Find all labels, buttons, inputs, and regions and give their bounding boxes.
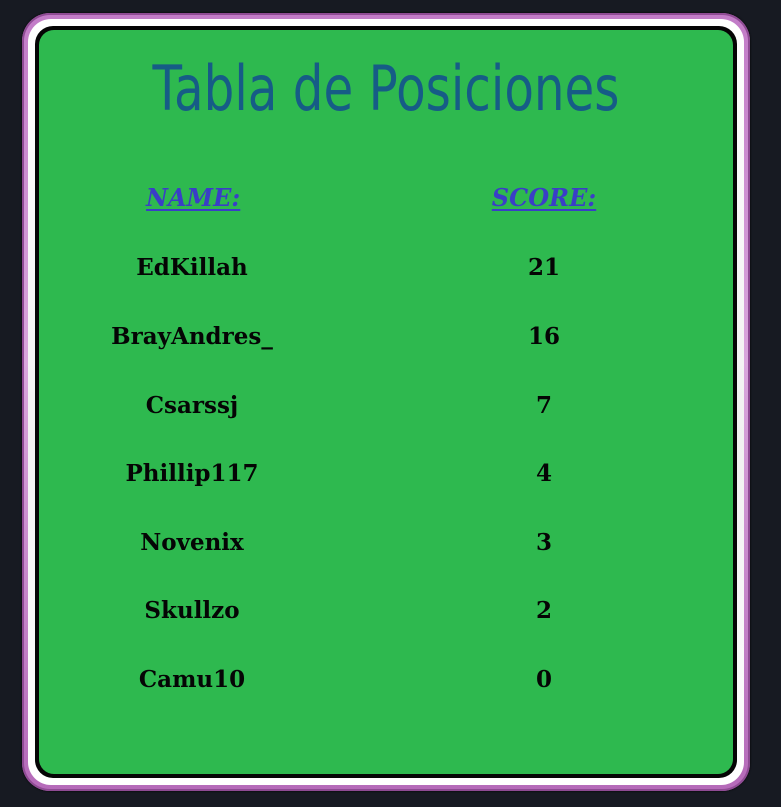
leaderboard-row: EdKillah 21 [39,254,733,294]
frame-white-border: Tabla de Posiciones NAME: SCORE: EdKilla… [28,19,744,785]
player-name: BrayAndres_ [111,323,273,350]
player-score: 0 [535,666,552,693]
leaderboard-row: Camu10 0 [39,666,733,706]
leaderboard-row: BrayAndres_ 16 [39,323,733,363]
leaderboard-row: Novenix 3 [39,529,733,569]
player-name: Novenix [140,529,244,556]
leaderboard-panel: Tabla de Posiciones NAME: SCORE: EdKilla… [39,30,733,774]
player-name: Csarssj [145,392,239,419]
player-score: 16 [527,323,560,350]
name-column-header: NAME: [146,183,241,212]
leaderboard-row: Skullzo 2 [39,597,733,637]
player-score: 21 [527,254,560,281]
player-score: 4 [535,460,552,487]
player-name: Phillip117 [125,460,259,487]
leaderboard-title: Tabla de Posiciones [152,52,620,125]
leaderboard-frame: Tabla de Posiciones NAME: SCORE: EdKilla… [22,13,750,791]
leaderboard-row: Csarssj 7 [39,392,733,432]
leaderboard-row: Phillip117 4 [39,460,733,500]
player-name: Skullzo [144,597,240,624]
player-score: 7 [535,392,552,419]
score-column-header: SCORE: [491,183,597,212]
player-score: 3 [535,529,552,556]
player-name: EdKillah [136,254,248,281]
player-score: 2 [535,597,552,624]
frame-black-border: Tabla de Posiciones NAME: SCORE: EdKilla… [35,26,737,778]
player-name: Camu10 [138,666,246,693]
